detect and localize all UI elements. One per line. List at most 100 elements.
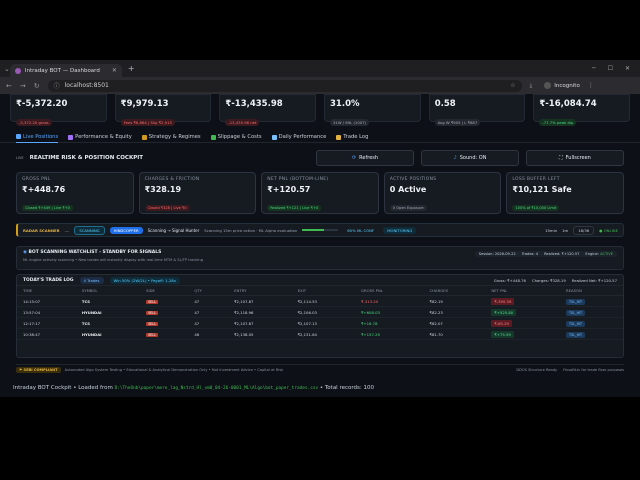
caption-suffix: • Total records: 100 (319, 385, 374, 391)
col-header: ENTRY (228, 286, 292, 296)
cell-exit: ₹2,131.64 (291, 328, 356, 340)
scanner-label: RADAR SCANNER (23, 227, 60, 233)
cell-qty: 47 (188, 295, 229, 307)
caption-path: D:\TheOnb\paper\mere_lag_Nstrd_Hl_vm0_04… (114, 386, 319, 391)
interval-chip[interactable]: 15min (545, 228, 557, 233)
cell-qty: 47 (188, 306, 229, 318)
minimize-icon[interactable]: ─ (592, 65, 596, 72)
interval-chip[interactable]: 1m (562, 228, 568, 233)
incognito-icon (544, 82, 552, 89)
cell-time: 13:57:04 (17, 306, 76, 318)
cell-charges: ₹82.07 (423, 317, 486, 329)
exit-value: ₹2,131.64 (297, 331, 317, 337)
tab-label: Slippage & Costs (217, 134, 262, 140)
url-field[interactable]: ⓘ localhost:8501 ☆ (47, 79, 522, 92)
close-tab-icon[interactable]: ✕ (112, 67, 117, 74)
back-icon[interactable]: ← (6, 82, 12, 90)
tab-daily[interactable]: Daily Performance (271, 132, 327, 143)
trade-log-table: TIME SYMBOL SIDE QTY ENTRY EXIT GROSS PN… (17, 286, 623, 340)
net-value: ₹-395.39 (491, 297, 515, 305)
menu-icon[interactable]: ⋮ (588, 82, 594, 89)
card-value: 0 Active (389, 185, 427, 194)
sebi-label: SEBI COMPLIANT (23, 367, 58, 372)
cell-entry: ₹2,138.05 (228, 328, 292, 340)
qty-value: 46 (194, 331, 200, 337)
tab-label: Trade Log (343, 134, 369, 140)
entry-value: ₹2,107.87 (234, 298, 254, 304)
symbol-value: HYUNDAI (81, 309, 102, 315)
cell-time: 10:38:47 (17, 328, 76, 340)
col-header: NET PNL (485, 286, 561, 296)
window-close-icon[interactable]: ✕ (625, 65, 630, 72)
kpi-winrate: 31.0% 31W / 69L (100T) (324, 94, 421, 126)
sound-button[interactable]: ♪ Sound: ON (421, 150, 519, 166)
tab-label: Daily Performance (278, 134, 327, 140)
cell-reason[interactable]: TSL_HIT (560, 306, 623, 318)
col-header: EXIT (291, 286, 356, 296)
charges-card: CHARGES & FRICTION ₹328.19 Closed ₹328 | L… (138, 172, 257, 214)
entry-value: ₹2,138.05 (234, 331, 254, 337)
table-row: 10:38:47 HYUNDAI SELL 46 ₹2,138.05 ₹2,131.64 ₹… (17, 328, 623, 340)
side-value: SELL (146, 299, 158, 304)
cockpit-title: REALTIME RISK & POSITION COCKPIT (29, 155, 144, 161)
site-info-icon[interactable]: ⓘ (54, 81, 60, 90)
summary-gross: Gross: ₹+448.76 (493, 277, 526, 283)
exit-value: ₹2,114.53 (297, 298, 317, 304)
time-value: 14:15:07 (23, 298, 41, 304)
fullscreen-button[interactable]: ⛶ Fullscreen (526, 150, 624, 166)
cell-symbol: TCS (75, 295, 141, 307)
tab-live-positions[interactable]: Live Positions (16, 132, 59, 143)
session-stats: Session: 2026-09-22 Trades: 4 Realized: … (474, 251, 617, 257)
money-icon (210, 134, 216, 140)
cell-side: SELL (140, 328, 189, 340)
download-icon[interactable]: ⤓ (530, 82, 533, 90)
side-value: SELL (146, 310, 158, 315)
kpi-value: ₹-5,372.20 (16, 99, 68, 109)
trade-log-title: TODAY'S TRADE LOG (23, 277, 74, 283)
card-value: ₹10,121 Safe (512, 185, 572, 194)
cell-symbol: HYUNDAI (75, 328, 141, 340)
bookmark-star-icon[interactable]: ☆ (510, 82, 515, 89)
cell-net: ₹-65.29 (485, 317, 561, 329)
exit-value: ₹2,106.03 (297, 309, 317, 315)
reload-icon[interactable]: ↻ (34, 82, 40, 90)
cell-qty: 47 (188, 317, 229, 329)
tab-slippage[interactable]: Slippage & Costs (210, 132, 262, 143)
card-label: LOSS BUFFER LEFT (512, 177, 560, 182)
address-bar-row: ← → ↻ ⓘ localhost:8501 ☆ ⤓ Incognito ⋮ (0, 77, 640, 94)
reason-value: TSL_HIT (566, 298, 586, 305)
radar-scanner-bar: RADAR SCANNER .... SCANNING HINDCOPPER S… (16, 223, 624, 237)
cell-reason[interactable]: TSL_HIT (560, 295, 623, 307)
forward-icon[interactable]: → (20, 82, 26, 90)
refresh-button[interactable]: ⟳ Refresh (316, 150, 414, 166)
col-header: REASON (560, 286, 623, 296)
cell-reason[interactable]: TSL_HIT (560, 317, 623, 329)
entry-value: ₹2,107.87 (234, 320, 254, 326)
maximize-icon[interactable]: ☐ (608, 65, 613, 72)
cell-reason[interactable]: TSL_HIT (560, 328, 623, 340)
card-pill: 0 Open Exposure (389, 205, 427, 211)
table-row: 13:57:04 HYUNDAI SELL 47 ₹2,118.96 ₹2,106.03 ₹… (17, 306, 623, 318)
net-value: ₹+75.59 (491, 330, 514, 338)
time-value: 12:17:17 (23, 320, 41, 326)
browser-tab[interactable]: Intraday BOT — Dashboard ✕ (9, 64, 122, 77)
tab-performance[interactable]: Performance & Equity (68, 132, 132, 143)
session-date: Session: 2026-09-22 (478, 252, 516, 256)
kpi-value: 31.0% (330, 99, 360, 109)
gross-pnl-card: GROSS PNL ₹+448.76 Closed ₹+449 | Live ₹+0 (16, 172, 134, 214)
tab-trade-log[interactable]: Trade Log (336, 132, 368, 143)
summary-net: Realized Net: ₹+120.57 (571, 277, 617, 283)
scanner-dots: .... (64, 227, 70, 233)
trade-log-header: TODAY'S TRADE LOG 4 Trades Win 50% (2W/2… (17, 275, 623, 286)
incognito-indicator[interactable]: Incognito (544, 82, 580, 89)
cell-side: SELL (140, 306, 189, 318)
url-text: localhost:8501 (64, 82, 109, 89)
kpi-drawdown: ₹-16,084.74 -77.7% peak dip (533, 94, 631, 126)
tab-search-icon[interactable]: ⌄ (4, 65, 10, 73)
new-tab-button[interactable]: + (128, 64, 135, 73)
main-tabs: Live Positions Performance & Equity Stra… (0, 132, 640, 143)
speaker-icon: ♪ (453, 155, 457, 161)
tab-strategy[interactable]: Strategy & Regimes (141, 132, 201, 143)
live-icon (16, 134, 21, 139)
scan-count: 18/36 (573, 225, 595, 235)
